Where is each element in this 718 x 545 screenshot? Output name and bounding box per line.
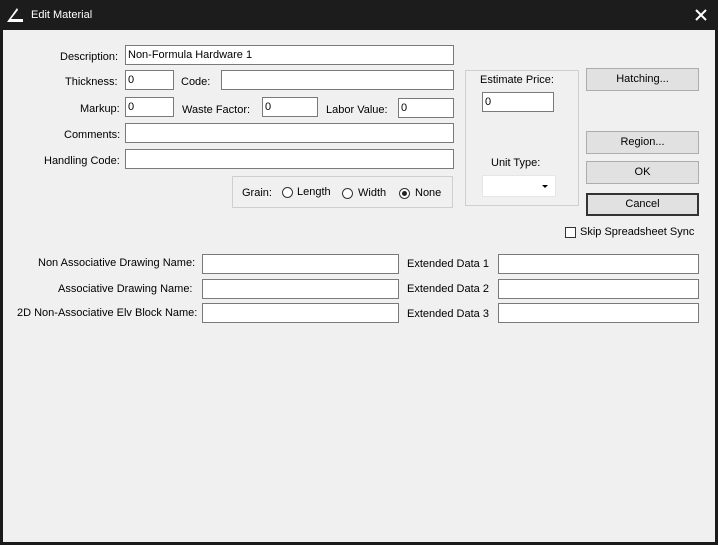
non-assoc-drawing-field[interactable] (202, 254, 399, 274)
labor-value-label: Labor Value: (326, 104, 388, 116)
edit-material-dialog: Edit Material Description: Thickness: Co… (0, 0, 718, 545)
cancel-button[interactable]: Cancel (586, 193, 699, 216)
grain-length-radio[interactable] (282, 187, 293, 198)
chevron-down-icon[interactable] (537, 178, 553, 194)
grain-width-radio[interactable] (342, 188, 353, 199)
extended-data-2-label: Extended Data 2 (407, 283, 489, 295)
waste-factor-field[interactable] (262, 97, 318, 117)
title-bar[interactable]: Edit Material (0, 0, 718, 30)
elv-block-field[interactable] (202, 303, 399, 323)
grain-group: Grain: Length Width None (232, 176, 453, 208)
extended-data-3-label: Extended Data 3 (407, 308, 489, 320)
hatching-button[interactable]: Hatching... (586, 68, 699, 91)
assoc-drawing-label: Associative Drawing Name: (58, 283, 193, 295)
markup-label: Markup: (80, 103, 120, 115)
radio-selected-dot (402, 191, 407, 196)
unit-type-label: Unit Type: (491, 157, 541, 169)
extended-data-1-label: Extended Data 1 (407, 258, 489, 270)
ok-button[interactable]: OK (586, 161, 699, 184)
elv-block-label: 2D Non-Associative Elv Block Name: (17, 307, 198, 319)
skip-sync-checkbox[interactable] (565, 227, 576, 238)
handling-code-field[interactable] (125, 149, 454, 169)
close-icon[interactable] (692, 6, 710, 24)
assoc-drawing-field[interactable] (202, 279, 399, 299)
app-logo-icon (7, 8, 23, 22)
extended-data-1-field[interactable] (498, 254, 699, 274)
window-title: Edit Material (31, 9, 93, 21)
unit-type-select[interactable] (482, 175, 556, 197)
thickness-field[interactable] (125, 70, 174, 90)
non-assoc-drawing-label: Non Associative Drawing Name: (38, 257, 196, 269)
skip-sync-label[interactable]: Skip Spreadsheet Sync (580, 226, 694, 238)
extended-data-2-field[interactable] (498, 279, 699, 299)
grain-none-radio[interactable] (399, 188, 410, 199)
labor-value-field[interactable] (398, 98, 454, 118)
comments-field[interactable] (125, 123, 454, 143)
thickness-label: Thickness: (65, 76, 118, 88)
dialog-body: Description: Thickness: Code: Markup: Wa… (3, 30, 715, 542)
waste-factor-label: Waste Factor: (182, 104, 251, 116)
comments-label: Comments: (64, 129, 121, 141)
grain-width-label[interactable]: Width (358, 187, 386, 199)
estimate-price-label: Estimate Price: (480, 74, 554, 86)
description-field[interactable] (125, 45, 454, 65)
handling-code-label: Handling Code: (44, 155, 120, 167)
markup-field[interactable] (125, 97, 174, 117)
extended-data-3-field[interactable] (498, 303, 699, 323)
code-field[interactable] (221, 70, 454, 90)
grain-none-label[interactable]: None (415, 187, 441, 199)
description-label: Description: (60, 51, 119, 63)
pricing-group: Estimate Price: Unit Type: (465, 70, 579, 206)
estimate-price-field[interactable] (482, 92, 554, 112)
grain-label: Grain: (242, 187, 272, 199)
code-label: Code: (181, 76, 211, 88)
grain-length-label[interactable]: Length (297, 186, 331, 198)
region-button[interactable]: Region... (586, 131, 699, 154)
